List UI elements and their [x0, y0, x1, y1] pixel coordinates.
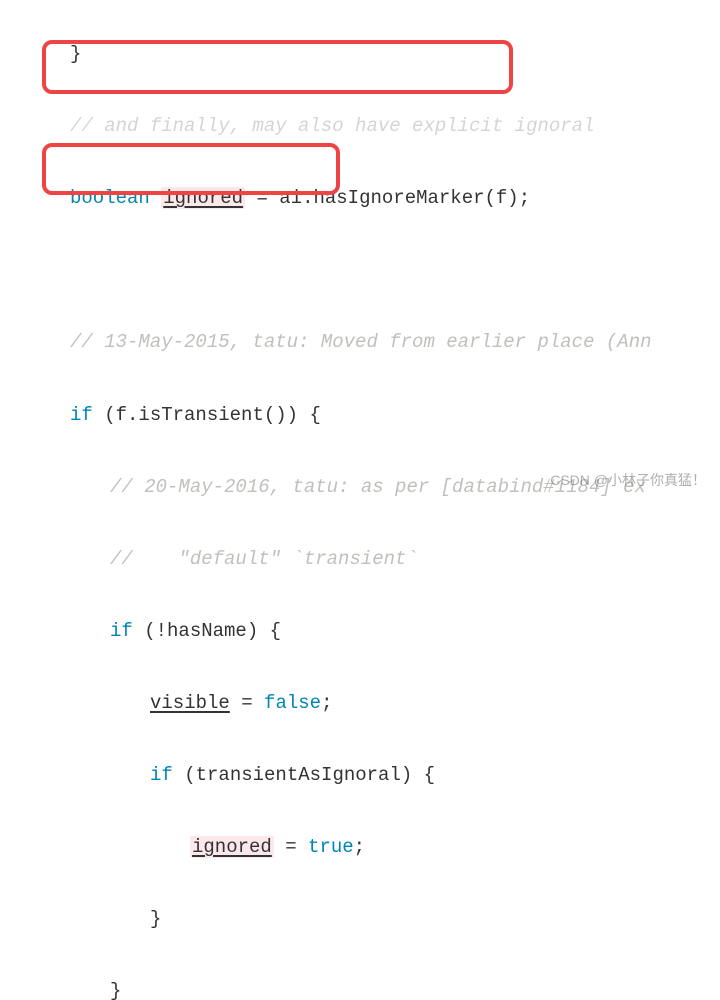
keyword: boolean [70, 187, 150, 209]
code-text: (transientAsIgnoral) { [173, 764, 435, 786]
keyword: false [264, 692, 321, 714]
keyword: if [150, 764, 173, 786]
keyword: true [308, 836, 354, 858]
keyword: if [70, 404, 93, 426]
code-text: = ai.hasIgnoreMarker(f); [245, 187, 530, 209]
comment-line: // "default" `transient` [110, 548, 418, 570]
watermark: CSDN @小林子你真猛！ [550, 467, 706, 494]
code-block: } // and finally, may also have explicit… [0, 0, 720, 1000]
code-text: ; [354, 836, 365, 858]
brace: } [110, 980, 121, 1000]
comment-line: // and finally, may also have explicit i… [70, 115, 595, 137]
brace: } [150, 908, 161, 930]
code-text: = [274, 836, 308, 858]
keyword: if [110, 620, 133, 642]
var-visible: visible [150, 692, 230, 714]
code-text: (!hasName) { [133, 620, 281, 642]
var-ignored: ignored [161, 187, 245, 209]
brace: } [70, 43, 81, 65]
comment-line: // 13-May-2015, tatu: Moved from earlier… [70, 331, 652, 353]
code-text: = [230, 692, 264, 714]
code-text: (f.isTransient()) { [93, 404, 321, 426]
code-text: ; [321, 692, 332, 714]
var-ignored: ignored [190, 836, 274, 858]
